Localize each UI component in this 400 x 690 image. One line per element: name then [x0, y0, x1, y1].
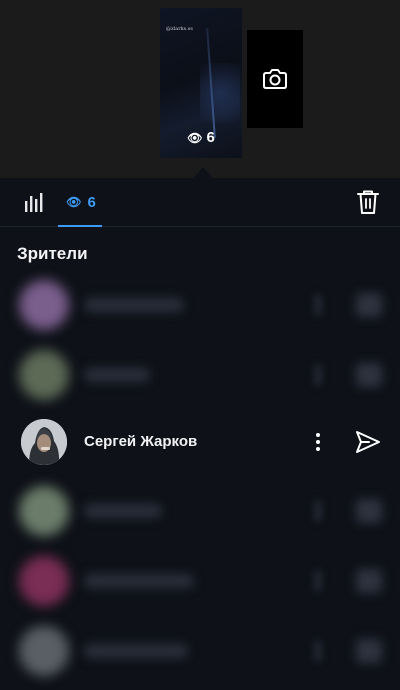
send-icon[interactable]: [356, 569, 382, 593]
viewer-row[interactable]: [0, 548, 400, 614]
send-message-button[interactable]: [355, 429, 381, 460]
viewer-row[interactable]: [0, 478, 400, 544]
viewer-name-hidden: [84, 644, 188, 658]
more-icon[interactable]: [315, 295, 321, 315]
send-icon[interactable]: [356, 639, 382, 663]
more-icon[interactable]: [315, 365, 321, 385]
viewer-name-hidden: [84, 298, 184, 312]
add-story-camera-button[interactable]: [247, 30, 303, 128]
viewer-row[interactable]: Сергей Жарков: [0, 409, 400, 475]
more-icon[interactable]: [315, 501, 321, 521]
avatar: [19, 280, 69, 330]
active-tab-indicator: [58, 225, 102, 227]
story-view-count: 👁 6: [160, 129, 242, 146]
viewer-name-hidden: [84, 504, 162, 518]
viewer-row[interactable]: [0, 618, 400, 684]
camera-icon: [263, 69, 287, 89]
avatar: [19, 486, 69, 536]
viewer-name-hidden: [84, 368, 150, 382]
viewer-name-hidden: [84, 574, 194, 588]
story-preview-area: @zlarks.ss 👁 6: [0, 0, 400, 178]
viewers-section-title: Зрители: [17, 244, 88, 263]
story-image-glow: [200, 63, 240, 123]
more-icon[interactable]: [315, 571, 321, 591]
story-thumbnail[interactable]: @zlarks.ss 👁 6: [160, 8, 242, 158]
tab-viewers[interactable]: 👁 6: [60, 178, 102, 226]
avatar: [19, 350, 69, 400]
avatar[interactable]: [21, 419, 67, 465]
avatar: [19, 626, 69, 676]
viewer-more-button[interactable]: [308, 427, 328, 462]
tab-stats[interactable]: [24, 192, 44, 217]
viewer-name[interactable]: Сергей Жарков: [84, 433, 197, 450]
bar-chart-icon: [25, 193, 43, 212]
more-icon[interactable]: [315, 641, 321, 661]
viewer-row[interactable]: [0, 342, 400, 408]
send-icon: [356, 431, 380, 453]
viewer-tabbar: 👁 6: [0, 178, 400, 227]
send-icon[interactable]: [356, 499, 382, 523]
send-icon[interactable]: [356, 293, 382, 317]
avatar-image: [21, 419, 67, 465]
viewer-row[interactable]: [0, 272, 400, 338]
more-vertical-icon: [316, 433, 320, 451]
story-caption: @zlarks.ss: [166, 26, 193, 32]
eye-icon: 👁: [187, 131, 203, 145]
avatar: [19, 556, 69, 606]
eye-icon: 👁: [66, 195, 82, 209]
tab-viewers-count: 6: [87, 193, 96, 211]
send-icon[interactable]: [356, 363, 382, 387]
delete-story-button[interactable]: [356, 189, 380, 220]
selected-story-pointer: [193, 167, 213, 178]
story-view-count-value: 6: [206, 129, 215, 146]
trash-icon: [357, 190, 379, 214]
